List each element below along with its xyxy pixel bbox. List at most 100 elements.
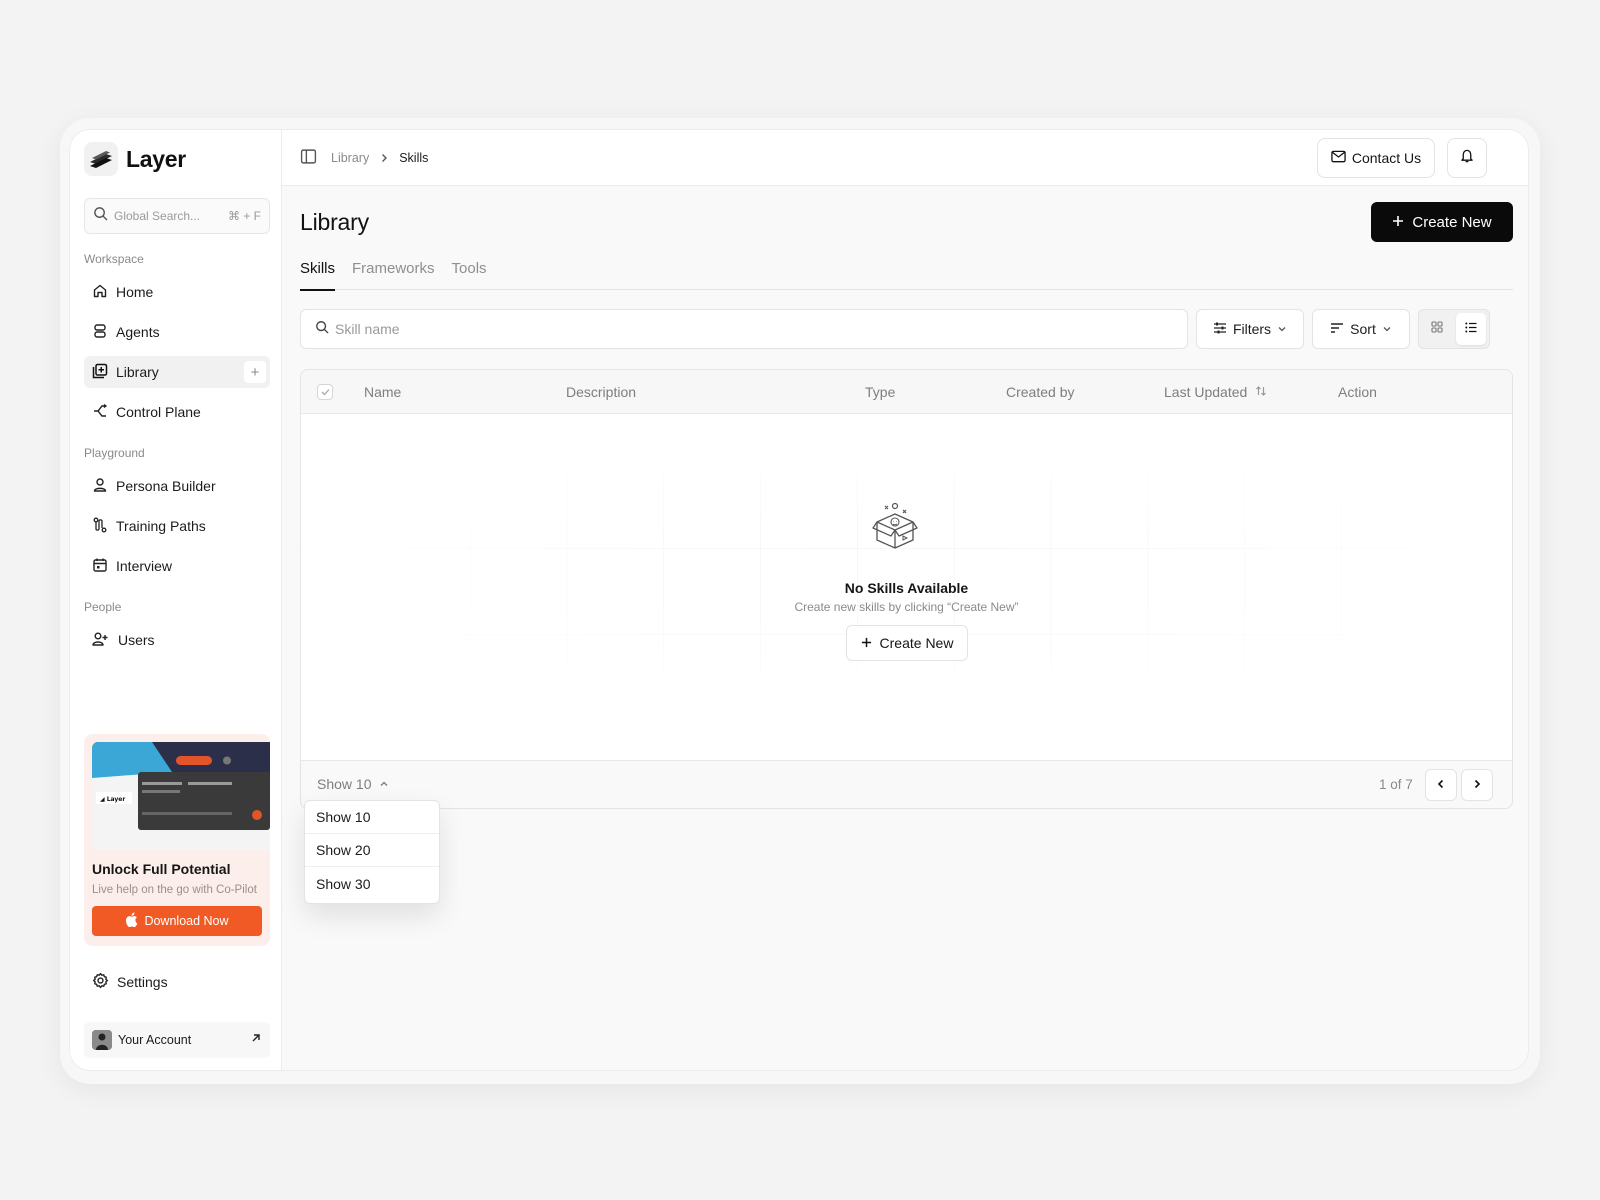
- sort-arrows-icon[interactable]: [1255, 384, 1267, 400]
- main-content: Library Create New Skills Frameworks Too…: [282, 186, 1528, 1070]
- sidebar-item-label: Interview: [116, 558, 173, 574]
- sidebar-item-label: Users: [118, 632, 155, 648]
- control-plane-icon: [92, 403, 108, 422]
- sidebar: Layer Global Search... ⌘ + F Workspace H…: [70, 130, 282, 1070]
- grid-icon: [1431, 320, 1443, 338]
- library-tabs: Skills Frameworks Tools: [300, 260, 1513, 291]
- promo-subtitle: Live help on the go with Co-Pilot: [92, 884, 257, 896]
- next-page-button[interactable]: [1461, 769, 1493, 801]
- page-indicator: 1 of 7: [1379, 777, 1413, 792]
- sidebar-item-users[interactable]: Users: [84, 624, 270, 656]
- list-view-button[interactable]: [1456, 313, 1486, 345]
- empty-state-grid: [301, 414, 1512, 724]
- tab-tools[interactable]: Tools: [452, 260, 487, 290]
- notifications-button[interactable]: [1447, 138, 1487, 178]
- sidebar-item-interview[interactable]: Interview: [84, 550, 270, 582]
- top-bar: Library Skills Contact Us: [282, 130, 1528, 186]
- person-icon: [92, 477, 108, 496]
- sidebar-item-library[interactable]: Library +: [84, 356, 270, 388]
- sidebar-item-control-plane[interactable]: Control Plane: [84, 396, 270, 428]
- app-name: Layer: [126, 145, 186, 172]
- your-account-button[interactable]: Your Account: [84, 1022, 270, 1058]
- column-name[interactable]: Name: [364, 384, 401, 400]
- app-window: Layer Global Search... ⌘ + F Workspace H…: [70, 130, 1528, 1070]
- page-size-select[interactable]: Show 10: [317, 776, 389, 792]
- filters-button[interactable]: Filters: [1196, 309, 1304, 349]
- download-now-button[interactable]: Download Now: [92, 906, 262, 936]
- users-icon: [92, 631, 110, 650]
- logo[interactable]: Layer: [84, 142, 186, 176]
- gear-icon: [92, 972, 109, 992]
- sidebar-item-training-paths[interactable]: Training Paths: [84, 510, 270, 542]
- chevron-right-icon: [1472, 776, 1482, 794]
- empty-create-new-button[interactable]: Create New: [846, 625, 968, 661]
- skills-table: Name Description Type Created by Last Up…: [300, 369, 1513, 809]
- column-type[interactable]: Type: [865, 384, 895, 400]
- empty-state-title: No Skills Available: [844, 580, 969, 596]
- training-paths-icon: [92, 517, 108, 536]
- search-icon: [315, 320, 329, 339]
- tab-skills[interactable]: Skills: [300, 260, 336, 291]
- sidebar-item-label: Training Paths: [116, 518, 206, 534]
- empty-create-new-label: Create New: [879, 635, 954, 651]
- column-action: Action: [1338, 384, 1377, 400]
- section-playground: Playground: [84, 446, 145, 460]
- sort-label: Sort: [1350, 321, 1376, 337]
- account-label: Your Account: [118, 1033, 192, 1047]
- sidebar-item-agents[interactable]: Agents: [84, 316, 270, 348]
- page-size-dropdown: Show 10 Show 20 Show 30: [304, 800, 440, 904]
- plus-icon: [861, 635, 872, 651]
- skill-name-input[interactable]: [335, 321, 1173, 337]
- page-size-option[interactable]: Show 10: [305, 801, 439, 834]
- avatar: [92, 1030, 112, 1050]
- create-new-button[interactable]: Create New: [1371, 202, 1513, 242]
- sort-icon: [1330, 321, 1344, 337]
- sidebar-item-persona-builder[interactable]: Persona Builder: [84, 470, 270, 502]
- sidebar-item-home[interactable]: Home: [84, 276, 270, 308]
- global-search[interactable]: Global Search... ⌘ + F: [84, 198, 270, 234]
- page-size-option[interactable]: Show 20: [305, 834, 439, 867]
- table-footer: Show 10 1 of 7: [301, 760, 1512, 808]
- table-header: Name Description Type Created by Last Up…: [301, 370, 1512, 414]
- search-shortcut: ⌘ + F: [227, 209, 261, 223]
- chevron-down-icon: [1382, 321, 1392, 337]
- sidebar-toggle-icon[interactable]: [300, 148, 317, 168]
- prev-page-button[interactable]: [1425, 769, 1457, 801]
- column-created-by[interactable]: Created by: [1006, 384, 1074, 400]
- chevron-left-icon: [1436, 776, 1446, 794]
- chevron-right-icon: [379, 153, 389, 163]
- download-now-label: Download Now: [144, 914, 229, 928]
- promo-card: ◢ Layer Unlock Full Potential Live help …: [84, 734, 270, 946]
- skill-search: [300, 309, 1188, 349]
- grid-view-button[interactable]: [1422, 313, 1452, 345]
- plus-icon: [1392, 214, 1404, 231]
- contact-us-button[interactable]: Contact Us: [1317, 138, 1435, 178]
- section-people: People: [84, 600, 122, 614]
- sidebar-item-label: Settings: [117, 974, 168, 990]
- promo-screenshot: ◢ Layer: [92, 742, 270, 850]
- list-icon: [1465, 320, 1477, 338]
- svg-text:◢ Layer: ◢ Layer: [100, 796, 125, 803]
- library-icon: [92, 363, 108, 382]
- mail-icon: [1331, 150, 1346, 166]
- column-description[interactable]: Description: [566, 384, 636, 400]
- filters-label: Filters: [1232, 321, 1272, 337]
- tab-frameworks[interactable]: Frameworks: [352, 260, 435, 290]
- global-search-placeholder: Global Search...: [114, 209, 201, 223]
- column-last-updated[interactable]: Last Updated: [1164, 384, 1267, 400]
- page-size-option[interactable]: Show 30: [305, 867, 439, 900]
- sidebar-item-label: Control Plane: [116, 404, 201, 420]
- sidebar-item-settings[interactable]: Settings: [84, 966, 270, 998]
- sort-button[interactable]: Sort: [1312, 309, 1410, 349]
- search-icon: [93, 206, 108, 226]
- chevron-up-icon: [379, 776, 389, 792]
- select-all-checkbox[interactable]: [317, 384, 333, 400]
- page-size-value: Show 10: [317, 776, 372, 792]
- sidebar-item-label: Library: [116, 364, 159, 380]
- breadcrumb-library[interactable]: Library: [331, 151, 369, 165]
- add-library-icon[interactable]: +: [244, 361, 266, 383]
- view-toggle: [1418, 309, 1490, 349]
- arrow-up-right-icon: [250, 1031, 262, 1049]
- apple-icon: [125, 912, 138, 930]
- page-title: Library: [300, 209, 369, 235]
